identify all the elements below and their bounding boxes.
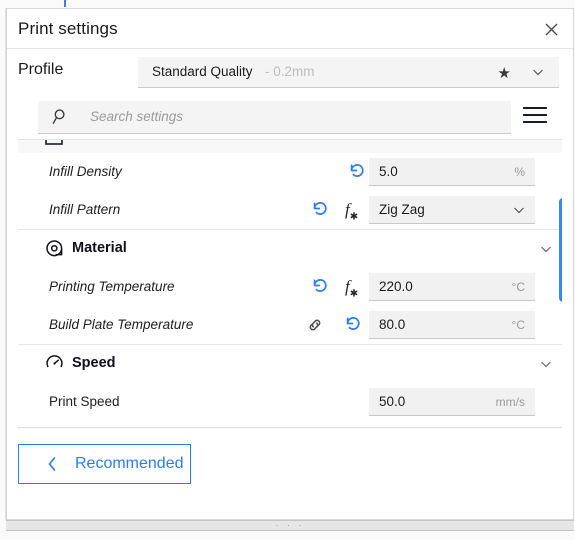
value-unit: % [514, 165, 525, 179]
category-header-speed[interactable]: Speed [18, 344, 562, 383]
dialog-footer: Recommended [7, 428, 573, 510]
value-dropdown[interactable]: Zig Zag [369, 196, 535, 224]
revert-icon[interactable] [344, 315, 362, 338]
recommended-button[interactable]: Recommended [18, 444, 191, 484]
search-placeholder: Search settings [90, 109, 184, 124]
category-title: Material [72, 240, 127, 256]
close-icon[interactable] [537, 15, 565, 43]
setting-label: Infill Density [49, 164, 122, 179]
chevron-down-icon[interactable] [531, 65, 545, 84]
profile-label: Profile [18, 61, 64, 78]
speedometer-icon [45, 354, 64, 378]
category-title: Speed [72, 355, 116, 371]
value-input[interactable]: 5.0 % [369, 158, 535, 186]
value-text: 220.0 [379, 279, 413, 294]
formula-fx-icon[interactable]: f✱ [345, 277, 358, 303]
setting-row-infill-density: Infill Density 5.0 % [18, 153, 562, 191]
clipped-category-header [18, 140, 562, 153]
profile-dropdown[interactable]: Standard Quality - 0.2mm ★ [138, 57, 559, 88]
value-text: 80.0 [379, 317, 406, 332]
scrollbar-thumb[interactable] [559, 198, 562, 302]
profile-name: Standard Quality [152, 64, 253, 79]
star-filled-icon[interactable]: ★ [498, 64, 511, 82]
category-header-material[interactable]: Material [18, 229, 562, 268]
value-text: Zig Zag [379, 202, 425, 217]
value-unit: °C [511, 318, 525, 332]
setting-row-build-plate-temperature: Build Plate Temperature 80.0 °C [18, 306, 562, 344]
setting-row-infill-pattern: Infill Pattern f✱ Zig Zag [18, 191, 562, 229]
settings-scrollbar[interactable] [559, 140, 562, 427]
resize-grip[interactable]: · · · [6, 520, 574, 531]
chevron-left-icon [45, 455, 59, 473]
chevron-down-icon[interactable] [512, 203, 526, 222]
dialog-titlebar: Print settings [7, 9, 573, 49]
setting-label: Printing Temperature [49, 279, 175, 294]
revert-icon[interactable] [348, 162, 366, 185]
chevron-down-icon[interactable] [539, 242, 553, 261]
link-icon[interactable] [306, 316, 324, 339]
value-text: 50.0 [379, 394, 406, 409]
search-bar: Search settings [7, 95, 573, 139]
value-input[interactable]: 220.0 °C [369, 273, 535, 301]
infill-icon [44, 140, 64, 153]
search-input[interactable]: Search settings [38, 101, 511, 134]
settings-list: Infill Density 5.0 % Infill Pattern f✱ Z… [18, 139, 562, 428]
value-input[interactable]: 50.0 mm/s [369, 388, 535, 416]
setting-label: Print Speed [49, 394, 120, 409]
setting-label: Infill Pattern [49, 202, 121, 217]
formula-fx-icon[interactable]: f✱ [345, 200, 358, 226]
grip-dots: · · · [275, 520, 305, 530]
filament-spool-icon [45, 239, 64, 263]
value-unit: mm/s [495, 395, 525, 409]
setting-row-print-speed: Print Speed 50.0 mm/s [18, 383, 562, 421]
setting-label: Build Plate Temperature [49, 317, 194, 332]
print-settings-dialog: Print settings Profile Standard Quality … [6, 8, 574, 520]
revert-icon[interactable] [311, 200, 329, 223]
page-title: Print settings [18, 19, 118, 38]
setting-row-printing-temperature: Printing Temperature f✱ 220.0 °C [18, 268, 562, 306]
active-tab-indicator [64, 0, 66, 7]
value-text: 5.0 [379, 164, 398, 179]
revert-icon[interactable] [311, 277, 329, 300]
chevron-down-icon[interactable] [539, 357, 553, 376]
value-input[interactable]: 80.0 °C [369, 311, 535, 339]
profile-row: Profile Standard Quality - 0.2mm ★ [7, 49, 573, 95]
value-unit: °C [511, 280, 525, 294]
hamburger-menu-icon[interactable] [523, 107, 547, 125]
search-icon [52, 108, 70, 131]
recommended-label: Recommended [75, 455, 184, 472]
profile-layer-height: - 0.2mm [265, 64, 315, 79]
print-settings-screen: Print settings Profile Standard Quality … [0, 0, 575, 540]
